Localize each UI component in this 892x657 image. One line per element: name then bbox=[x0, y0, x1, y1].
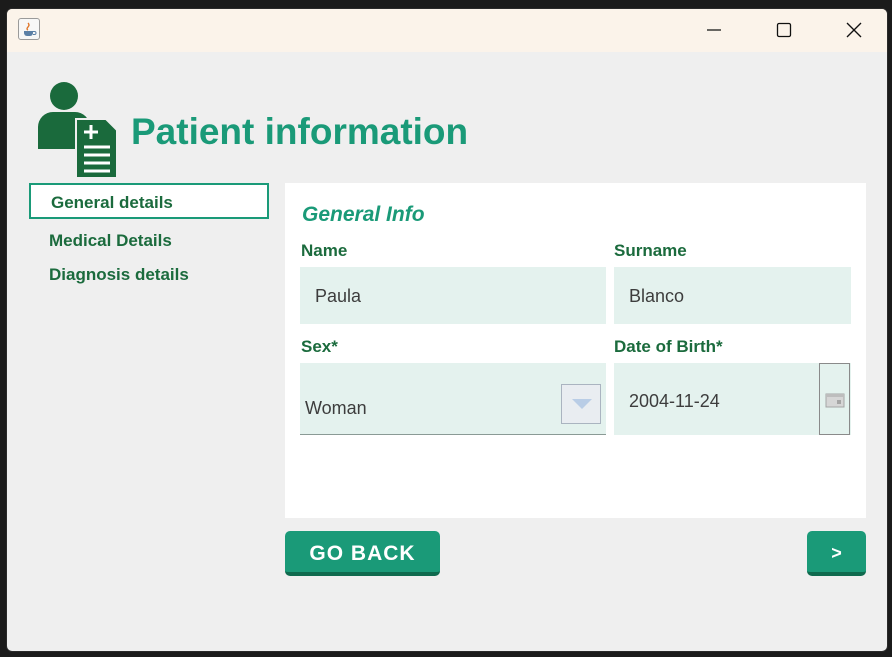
maximize-icon bbox=[776, 22, 792, 38]
sidebar-item-medical-details[interactable]: Medical Details bbox=[29, 223, 269, 259]
minimize-icon bbox=[707, 29, 721, 31]
title-bar bbox=[7, 9, 887, 52]
app-window: Patient information General details Medi… bbox=[6, 8, 888, 652]
go-back-button[interactable]: GO BACK bbox=[285, 531, 440, 576]
maximize-button[interactable] bbox=[749, 9, 819, 52]
sidebar-item-label: Medical Details bbox=[49, 231, 172, 250]
sex-value: Woman bbox=[305, 398, 367, 418]
name-value: Paula bbox=[315, 286, 362, 306]
surname-label: Surname bbox=[614, 241, 687, 260]
minimize-button[interactable] bbox=[679, 9, 749, 52]
sidebar-item-label: Diagnosis details bbox=[49, 265, 189, 284]
general-info-panel: General Info Name Paula Surname Blanco S… bbox=[285, 183, 866, 518]
sidebar-item-general-details[interactable]: General details bbox=[29, 183, 269, 219]
dob-value: 2004-11-24 bbox=[629, 391, 720, 411]
name-label: Name bbox=[301, 241, 348, 260]
sex-label: Sex* bbox=[301, 337, 338, 356]
next-button[interactable]: > bbox=[807, 531, 866, 576]
java-app-icon bbox=[18, 18, 40, 40]
page-title: Patient information bbox=[131, 111, 469, 152]
section-title: General Info bbox=[302, 203, 425, 226]
chevron-down-icon[interactable] bbox=[561, 384, 601, 424]
close-icon bbox=[846, 22, 862, 38]
surname-value: Blanco bbox=[629, 286, 685, 306]
close-button[interactable] bbox=[819, 9, 887, 52]
sidebar-item-label: General details bbox=[51, 193, 173, 212]
dob-label: Date of Birth* bbox=[614, 337, 723, 356]
dob-field[interactable]: 2004-11-24 bbox=[614, 363, 851, 435]
sex-select[interactable]: Woman bbox=[300, 363, 606, 435]
calendar-button[interactable] bbox=[819, 363, 850, 435]
name-field[interactable]: Paula bbox=[300, 267, 606, 324]
calendar-icon bbox=[825, 393, 845, 408]
sidebar-item-diagnosis-details[interactable]: Diagnosis details bbox=[29, 257, 269, 293]
patient-document-icon bbox=[36, 81, 120, 184]
surname-field[interactable]: Blanco bbox=[614, 267, 851, 324]
